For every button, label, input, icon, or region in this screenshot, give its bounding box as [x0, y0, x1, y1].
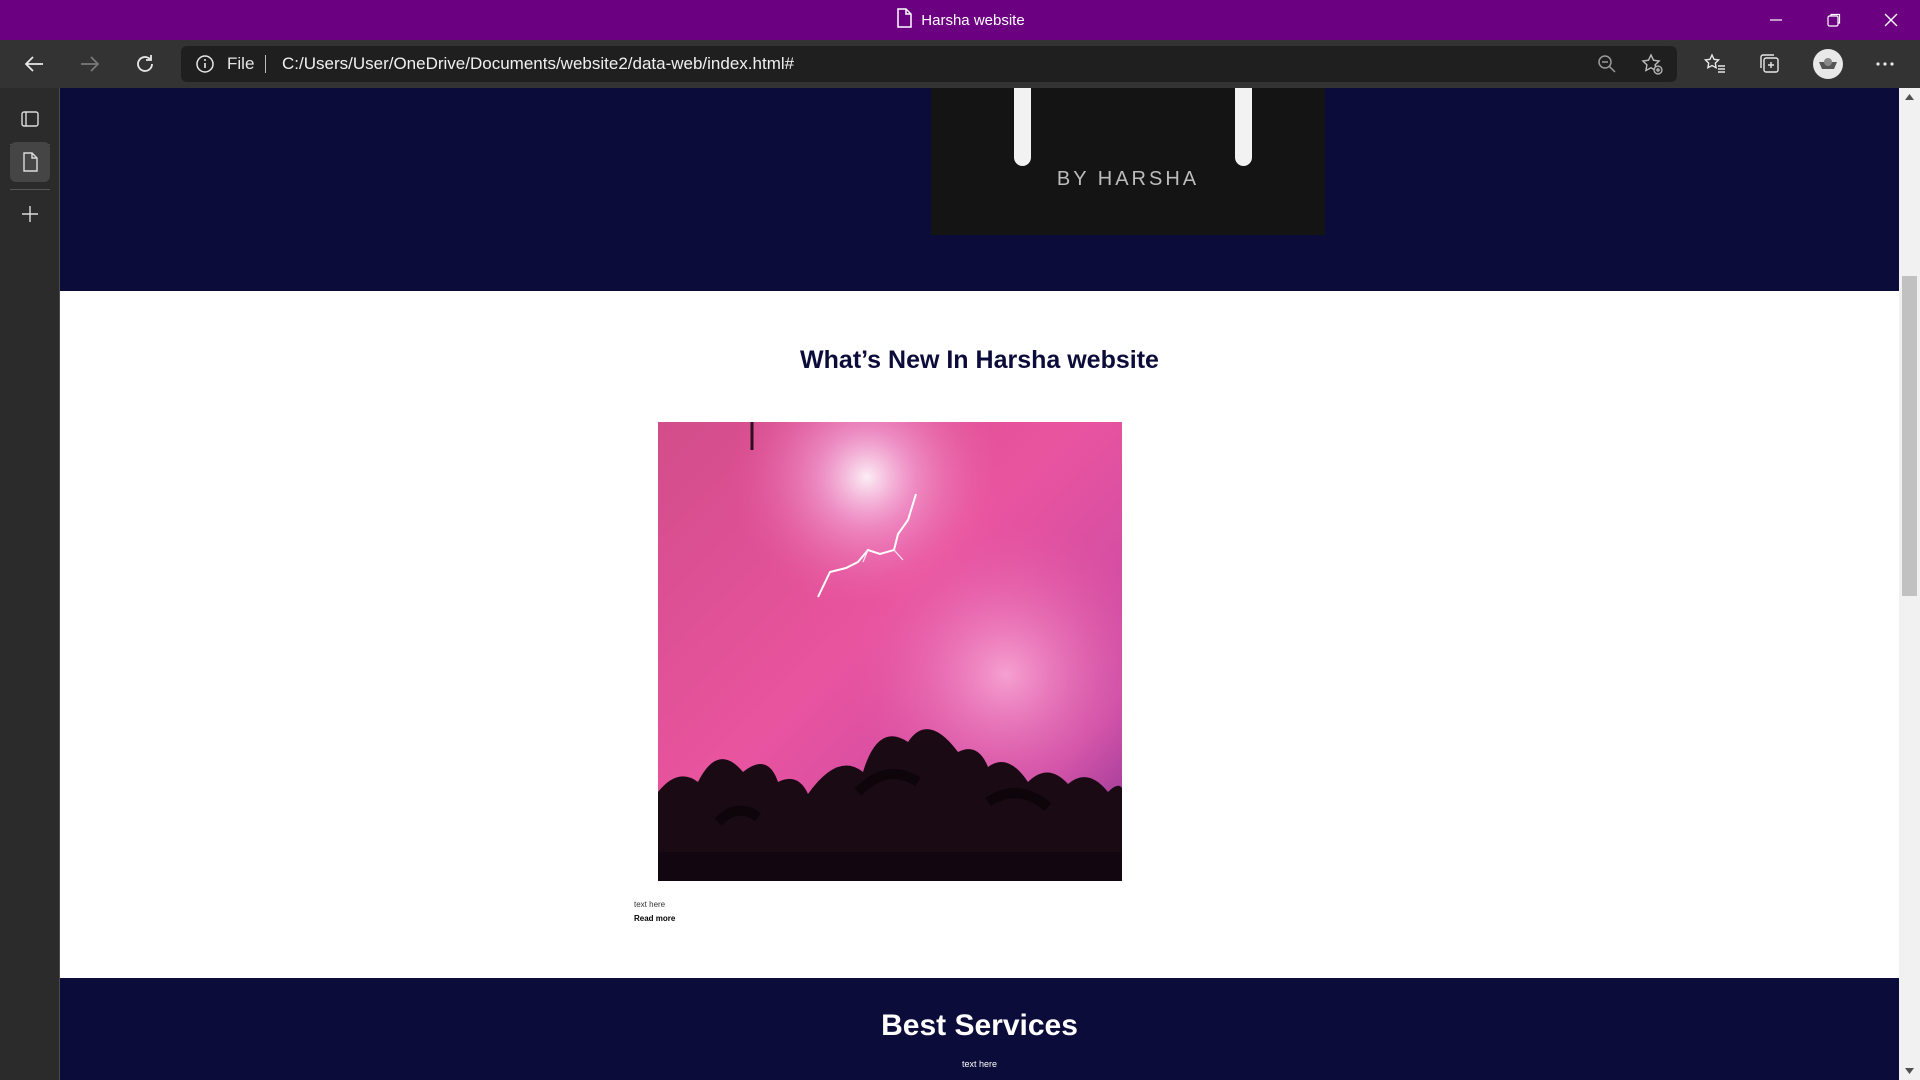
minimize-icon	[1770, 19, 1782, 21]
new-tab-button[interactable]	[10, 194, 50, 234]
sidebar-tab-harsha-website[interactable]	[10, 142, 50, 182]
title-bar: Harsha website	[0, 0, 1920, 40]
back-button[interactable]	[16, 46, 52, 82]
page-viewport: BY HARSHA What’s New In Harsha website t…	[60, 88, 1899, 1080]
address-separator	[265, 55, 266, 73]
whats-new-section: What’s New In Harsha website text here R…	[60, 291, 1899, 978]
tab-actions-icon	[21, 111, 39, 127]
address-bar[interactable]: File C:/Users/User/OneDrive/Documents/we…	[181, 46, 1677, 82]
forward-arrow-icon	[81, 56, 100, 72]
news-caption: text here	[634, 900, 666, 909]
lightning-sky-photo	[658, 422, 1122, 881]
logo-text: BY HARSHA	[1056, 168, 1200, 190]
sidebar-divider	[10, 189, 50, 190]
scrollbar-thumb[interactable]	[1902, 276, 1917, 596]
window-title-text: Harsha website	[921, 11, 1025, 29]
close-icon	[1884, 13, 1898, 27]
favorites-icon	[1704, 53, 1725, 73]
site-info-icon[interactable]	[195, 54, 215, 74]
url-text[interactable]: C:/Users/User/OneDrive/Documents/website…	[282, 46, 794, 82]
browser-toolbar: File C:/Users/User/OneDrive/Documents/we…	[0, 40, 1920, 88]
services-heading: Best Services	[881, 1009, 1078, 1042]
site-info-label[interactable]: File	[227, 46, 254, 82]
more-menu-button[interactable]	[1871, 50, 1899, 78]
logo-bar-right	[1235, 88, 1252, 166]
hero-section: BY HARSHA	[60, 88, 1899, 291]
collections-button[interactable]	[1756, 50, 1784, 78]
page-icon	[895, 8, 913, 32]
restore-icon	[1827, 13, 1841, 27]
best-services-section: Best Services text here	[60, 978, 1899, 1080]
services-subtext: text here	[961, 1059, 998, 1069]
forward-button[interactable]	[72, 46, 108, 82]
restore-button[interactable]	[1805, 0, 1863, 40]
profile-avatar[interactable]	[1813, 49, 1843, 79]
scroll-down-arrow-icon[interactable]	[1904, 1066, 1915, 1076]
logo-bar-left	[1014, 88, 1031, 166]
read-more-link[interactable]: Read more	[634, 914, 675, 923]
vertical-tabs-sidebar	[0, 88, 60, 1080]
refresh-icon	[137, 55, 153, 72]
tab-actions-button[interactable]	[10, 99, 50, 139]
section-heading: What’s New In Harsha website	[800, 346, 1159, 374]
refresh-button[interactable]	[127, 46, 163, 82]
new-tab-icon	[22, 206, 38, 222]
scroll-up-arrow-icon[interactable]	[1904, 92, 1915, 102]
profile-badge-icon	[1819, 58, 1837, 69]
page-scrollbar[interactable]	[1899, 88, 1920, 1080]
collections-icon	[1760, 54, 1779, 73]
close-button[interactable]	[1862, 0, 1920, 40]
minimize-button[interactable]	[1747, 0, 1805, 40]
more-menu-icon	[1876, 62, 1894, 66]
site-logo: BY HARSHA	[931, 88, 1325, 235]
page-tab-icon	[23, 152, 38, 172]
back-arrow-icon	[24, 56, 43, 72]
zoom-out-icon[interactable]	[1597, 54, 1617, 74]
favorites-button[interactable]	[1701, 50, 1729, 78]
window-title: Harsha website	[0, 0, 1920, 40]
add-favorite-icon[interactable]	[1641, 53, 1663, 75]
